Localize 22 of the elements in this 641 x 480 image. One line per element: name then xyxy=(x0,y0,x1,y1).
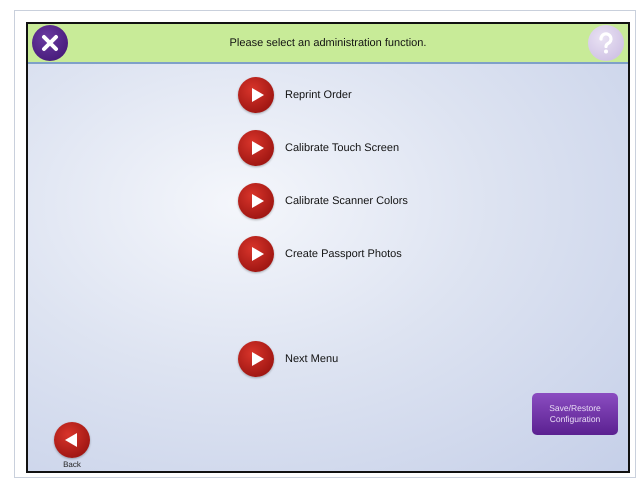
header-title: Please select an administration function. xyxy=(230,37,426,49)
menu-label: Create Passport Photos xyxy=(285,248,402,260)
play-button[interactable] xyxy=(238,183,274,219)
play-icon xyxy=(250,193,264,209)
back-label: Back xyxy=(63,460,81,469)
close-icon xyxy=(39,32,61,54)
play-icon xyxy=(250,351,264,367)
save-restore-button[interactable]: Save/Restore Configuration xyxy=(532,393,618,435)
play-button[interactable] xyxy=(238,236,274,272)
menu-label: Reprint Order xyxy=(285,89,352,101)
menu-label: Calibrate Scanner Colors xyxy=(285,195,408,207)
menu-label: Next Menu xyxy=(285,353,338,365)
play-icon xyxy=(250,87,264,103)
play-button[interactable] xyxy=(238,77,274,113)
play-icon xyxy=(250,140,264,156)
play-button[interactable] xyxy=(238,341,274,377)
menu-label: Calibrate Touch Screen xyxy=(285,142,400,154)
play-button[interactable] xyxy=(238,130,274,166)
close-button[interactable] xyxy=(32,25,68,61)
back-arrow-icon xyxy=(64,432,78,448)
back-button[interactable] xyxy=(54,422,90,458)
play-icon xyxy=(250,246,264,262)
